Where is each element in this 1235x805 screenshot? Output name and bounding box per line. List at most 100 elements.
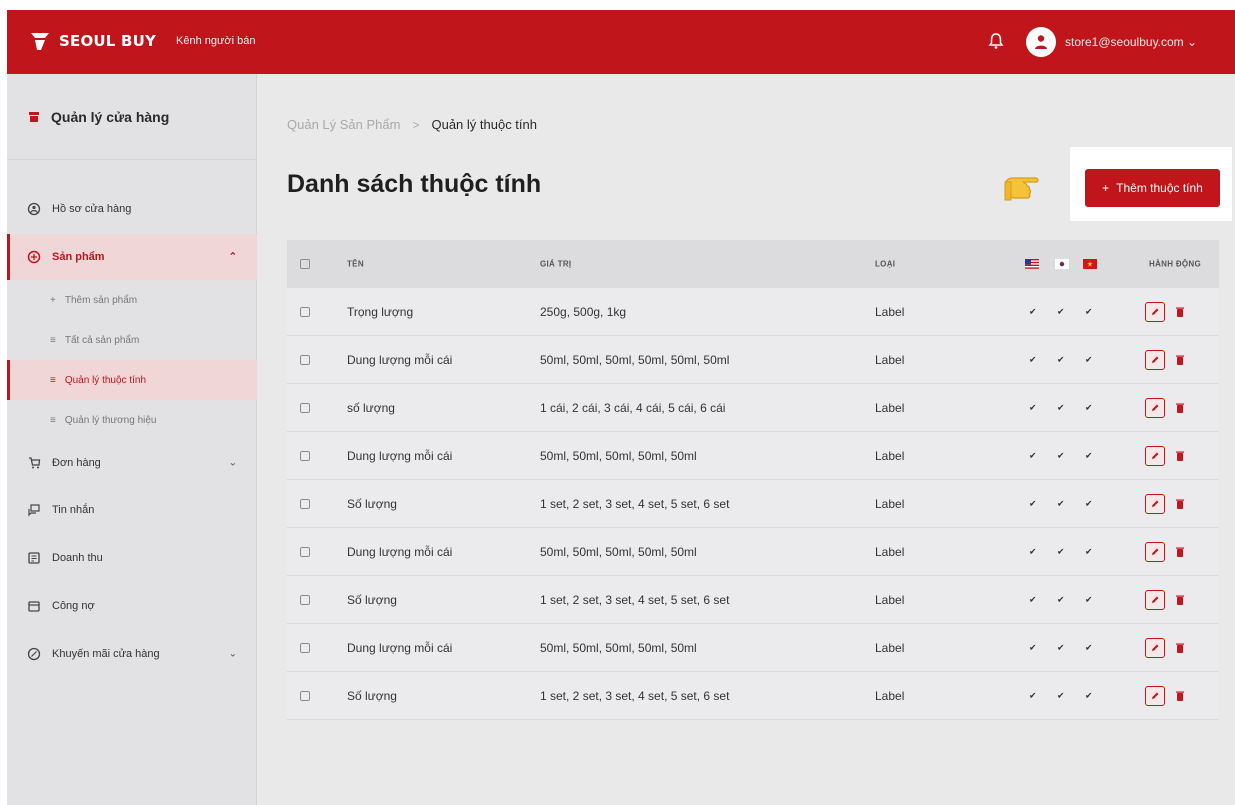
breadcrumb: Quản Lý Sản Phẩm > Quản lý thuộc tính [287, 117, 537, 132]
sidebar-subitem-label: Quản lý thương hiệu [64, 414, 157, 426]
attribute-values: 50ml, 50ml, 50ml, 50ml, 50ml [540, 640, 697, 655]
attribute-name: Dung lượng mỗi cái [347, 352, 453, 367]
check-icon: ✔ [1085, 594, 1093, 604]
sidebar-subitem-all-products[interactable]: ≡ Tất cả sản phẩm [7, 320, 257, 360]
sidebar-item-revenue[interactable]: Doanh thu [7, 534, 257, 582]
sidebar-item-promotions[interactable]: Khuyến mãi cửa hàng ⌄ [7, 630, 257, 678]
row-checkbox[interactable] [300, 546, 310, 557]
trash-icon[interactable] [1175, 642, 1185, 654]
edit-button[interactable] [1145, 493, 1165, 514]
product-icon [27, 250, 41, 264]
attribute-type: Label [875, 448, 905, 463]
edit-button[interactable] [1145, 589, 1165, 610]
check-icon: ✔ [1085, 546, 1093, 556]
sidebar-subitem-attributes[interactable]: ≡ Quản lý thuộc tính [7, 360, 257, 400]
sidebar-item-label: Công nợ [52, 600, 95, 612]
store-profile-icon [27, 202, 41, 216]
add-attribute-highlight: + Thêm thuộc tính [1070, 147, 1232, 221]
sidebar-item-store-profile[interactable]: Hồ sơ cửa hàng [7, 184, 257, 234]
page-title: Danh sách thuộc tính [287, 170, 542, 198]
debt-icon [28, 601, 40, 612]
us-flag-icon [1025, 259, 1039, 269]
pencil-icon [1152, 308, 1159, 315]
sidebar-subitem-brands[interactable]: ≡ Quản lý thương hiệu [7, 400, 257, 440]
trash-icon[interactable] [1175, 450, 1185, 462]
check-icon: ✔ [1057, 546, 1065, 556]
breadcrumb-current: Quản lý thuộc tính [431, 117, 537, 132]
breadcrumb-parent-link[interactable]: Quản Lý Sản Phẩm [287, 117, 400, 132]
row-checkbox[interactable] [300, 642, 310, 653]
pencil-icon [1152, 644, 1159, 651]
row-checkbox[interactable] [300, 594, 310, 605]
attribute-name: Dung lượng mỗi cái [347, 640, 453, 655]
row-checkbox[interactable] [300, 306, 310, 317]
attribute-values: 50ml, 50ml, 50ml, 50ml, 50ml [540, 544, 697, 559]
trash-icon[interactable] [1175, 546, 1185, 558]
attribute-type: Label [875, 640, 905, 655]
sidebar-item-label: Tin nhắn [52, 504, 95, 516]
trash-icon[interactable] [1175, 402, 1185, 414]
trash-icon[interactable] [1175, 354, 1185, 366]
check-icon: ✔ [1085, 642, 1093, 652]
attribute-type: Label [875, 688, 905, 703]
check-icon: ✔ [1029, 642, 1037, 652]
plus-icon: + [1102, 181, 1110, 195]
pencil-icon [1152, 692, 1159, 699]
edit-button[interactable] [1145, 301, 1165, 322]
table-row: Số lượng 1 set, 2 set, 3 set, 4 set, 5 se… [287, 480, 1219, 528]
order-icon [29, 457, 41, 469]
list-icon: ≡ [50, 374, 56, 386]
edit-button[interactable] [1145, 637, 1165, 658]
attribute-name: Số lượng [347, 688, 397, 703]
trash-icon[interactable] [1175, 498, 1185, 510]
attribute-type: Label [875, 592, 905, 607]
sidebar-subitem-label: Thêm sản phẩm [64, 294, 138, 306]
message-icon [28, 504, 40, 517]
row-checkbox[interactable] [300, 354, 310, 365]
avatar[interactable] [1026, 27, 1056, 57]
bell-icon[interactable] [987, 32, 1005, 50]
sidebar-item-messages[interactable]: Tin nhắn [7, 486, 257, 534]
row-checkbox[interactable] [300, 450, 310, 461]
attribute-name: Dung lượng mỗi cái [347, 544, 453, 559]
pointing-hand-icon [1004, 177, 1039, 201]
chevron-down-icon: ⌄ [228, 648, 237, 660]
attribute-name: Số lượng [347, 496, 397, 511]
sidebar-item-products[interactable]: Sản phẩm ⌃ [7, 234, 257, 280]
channel-label: Kênh người bán [176, 35, 256, 47]
sidebar-item-debt[interactable]: Công nợ [7, 582, 257, 630]
attribute-type: Label [875, 544, 905, 559]
attribute-name: Trọng lượng [347, 304, 414, 319]
logo[interactable]: SEOUL BUY Kênh người bán [29, 30, 255, 52]
trash-icon[interactable] [1175, 594, 1185, 606]
vn-flag-icon [1083, 259, 1097, 269]
sidebar-subitem-add-product[interactable]: + Thêm sản phẩm [7, 280, 257, 320]
user-email: store1@seoulbuy.com [1065, 35, 1184, 49]
row-checkbox[interactable] [300, 402, 310, 413]
edit-button[interactable] [1145, 397, 1165, 418]
sidebar-item-label: Đơn hàng [52, 457, 101, 469]
sidebar-item-orders[interactable]: Đơn hàng ⌄ [7, 440, 257, 486]
attribute-type: Label [875, 496, 905, 511]
edit-button[interactable] [1145, 541, 1165, 562]
trash-icon[interactable] [1175, 690, 1185, 702]
attribute-values: 50ml, 50ml, 50ml, 50ml, 50ml [540, 448, 697, 463]
edit-button[interactable] [1145, 445, 1165, 466]
revenue-icon [28, 552, 40, 564]
row-checkbox[interactable] [300, 498, 310, 509]
edit-button[interactable] [1145, 349, 1165, 370]
add-attribute-button[interactable]: + Thêm thuộc tính [1085, 169, 1220, 207]
trash-icon[interactable] [1175, 306, 1185, 318]
row-checkbox[interactable] [300, 690, 310, 701]
select-all-checkbox[interactable] [300, 259, 310, 269]
column-header-value: GIÁ TRỊ [540, 259, 572, 269]
check-icon: ✔ [1057, 594, 1065, 604]
check-icon: ✔ [1057, 402, 1065, 412]
check-icon: ✔ [1057, 354, 1065, 364]
check-icon: ✔ [1085, 402, 1093, 412]
edit-button[interactable] [1145, 685, 1165, 706]
attribute-type: Label [875, 352, 905, 367]
table-row: Dung lượng mỗi cái 50ml, 50ml, 50ml, 50ml… [287, 336, 1219, 384]
user-email-menu[interactable]: store1@seoulbuy.com ⌄ [1065, 35, 1197, 49]
attribute-name: Số lượng [347, 592, 397, 607]
